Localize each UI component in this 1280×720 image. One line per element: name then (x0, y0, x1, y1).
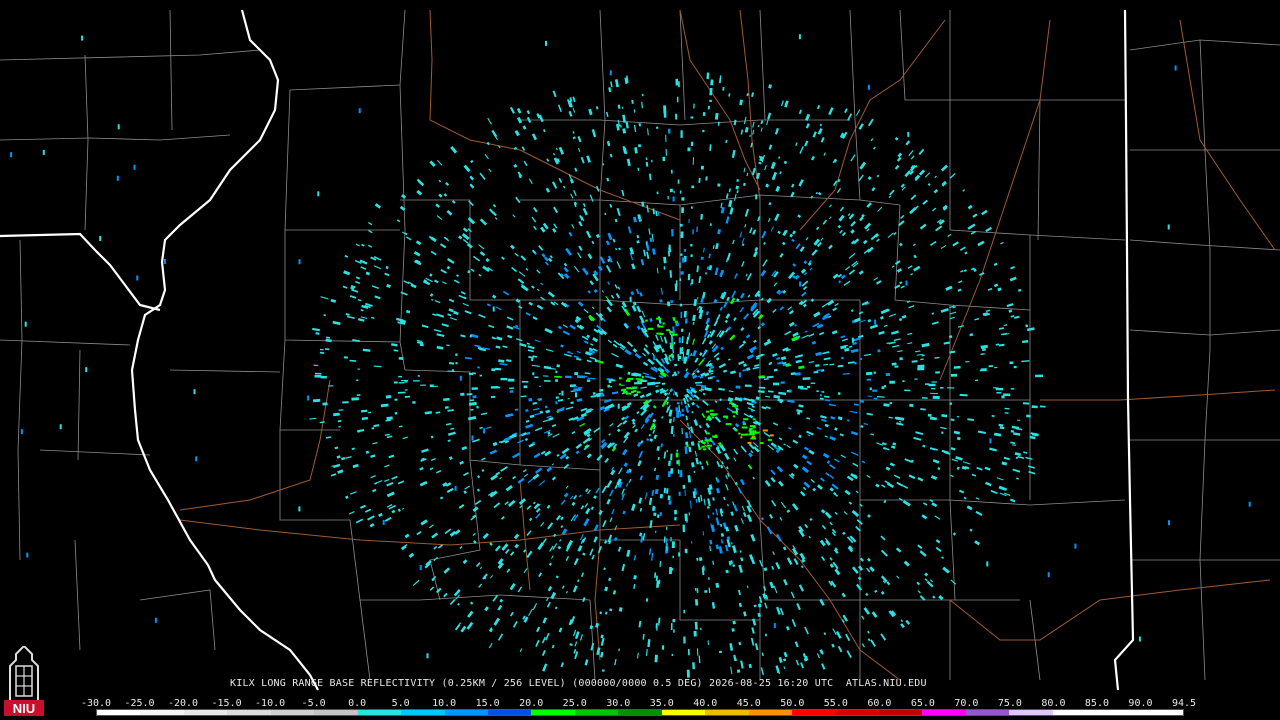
radar-map (0, 0, 1280, 720)
scale-tick-label: -20.0 (167, 698, 199, 709)
scale-tick-label: 40.0 (693, 698, 718, 709)
scale-swatch (792, 710, 836, 715)
scale-swatch (314, 710, 358, 715)
scale-tick-label: 60.0 (867, 698, 892, 709)
scale-swatch (487, 710, 532, 715)
scale-tick-label: -25.0 (124, 698, 155, 709)
scale-tick-label: 80.0 (1041, 698, 1066, 709)
scale-swatch (357, 710, 402, 715)
scale-swatch (661, 710, 706, 715)
scale-tick-label: 50.0 (780, 698, 805, 709)
scale-swatch (1009, 710, 1053, 715)
scale-tick-label: 94.5 (1171, 698, 1197, 709)
scale-swatch (401, 710, 445, 715)
scale-tick-label: 30.0 (606, 698, 631, 709)
scale-tick-label: 70.0 (954, 698, 979, 709)
scale-tick-label: 65.0 (910, 698, 935, 709)
scale-swatch (183, 710, 228, 715)
reflectivity-color-scale (96, 709, 1184, 716)
scale-swatch (140, 710, 184, 715)
scale-swatch (574, 710, 619, 715)
scale-tick-labels: -30.0 -25.0 -20.0 -15.0 -10.0 -5.0 0.0 5.0 10.0 1… (81, 698, 1197, 709)
scale-tick-label: 10.0 (432, 698, 457, 709)
scale-tick-label: -5.0 (301, 698, 326, 709)
scale-tick-label: 25.0 (562, 698, 587, 709)
scale-tick-label: 90.0 (1128, 698, 1153, 709)
scale-tick-label: -15.0 (211, 698, 242, 709)
scale-swatch (835, 710, 879, 715)
scale-tick-label: -10.0 (255, 698, 286, 709)
scale-tick-label: 0.0 (348, 698, 367, 709)
logo-text: NIU (13, 701, 35, 716)
scale-swatch (531, 710, 575, 715)
scale-tick-label: 35.0 (649, 698, 674, 709)
scale-tick-label: 75.0 (997, 698, 1022, 709)
scale-swatch (270, 710, 315, 715)
scale-swatch (1096, 710, 1140, 715)
product-caption: KILX LONG RANGE BASE REFLECTIVITY (0.25K… (230, 678, 927, 689)
scale-swatch (97, 710, 141, 715)
scale-tick-label: 5.0 (391, 698, 410, 709)
scale-tick-label: 85.0 (1084, 698, 1109, 709)
scale-swatch (965, 710, 1010, 715)
scale-swatch (1052, 710, 1097, 715)
scale-swatch (444, 710, 488, 715)
radar-site-dot (672, 376, 686, 390)
scale-swatch (618, 710, 662, 715)
scale-swatch (227, 710, 271, 715)
niu-tower-logo: NIU (2, 646, 46, 718)
scale-tick-label: 20.0 (519, 698, 544, 709)
scale-swatch (1139, 710, 1183, 715)
scale-tick-label: 45.0 (736, 698, 761, 709)
scale-tick-label: -30.0 (80, 698, 112, 709)
scale-swatch (705, 710, 749, 715)
scale-tick-label: 15.0 (475, 698, 500, 709)
scale-swatch (748, 710, 792, 715)
scale-swatch (878, 710, 923, 715)
scale-tick-label: 55.0 (823, 698, 848, 709)
scale-swatch (922, 710, 966, 715)
